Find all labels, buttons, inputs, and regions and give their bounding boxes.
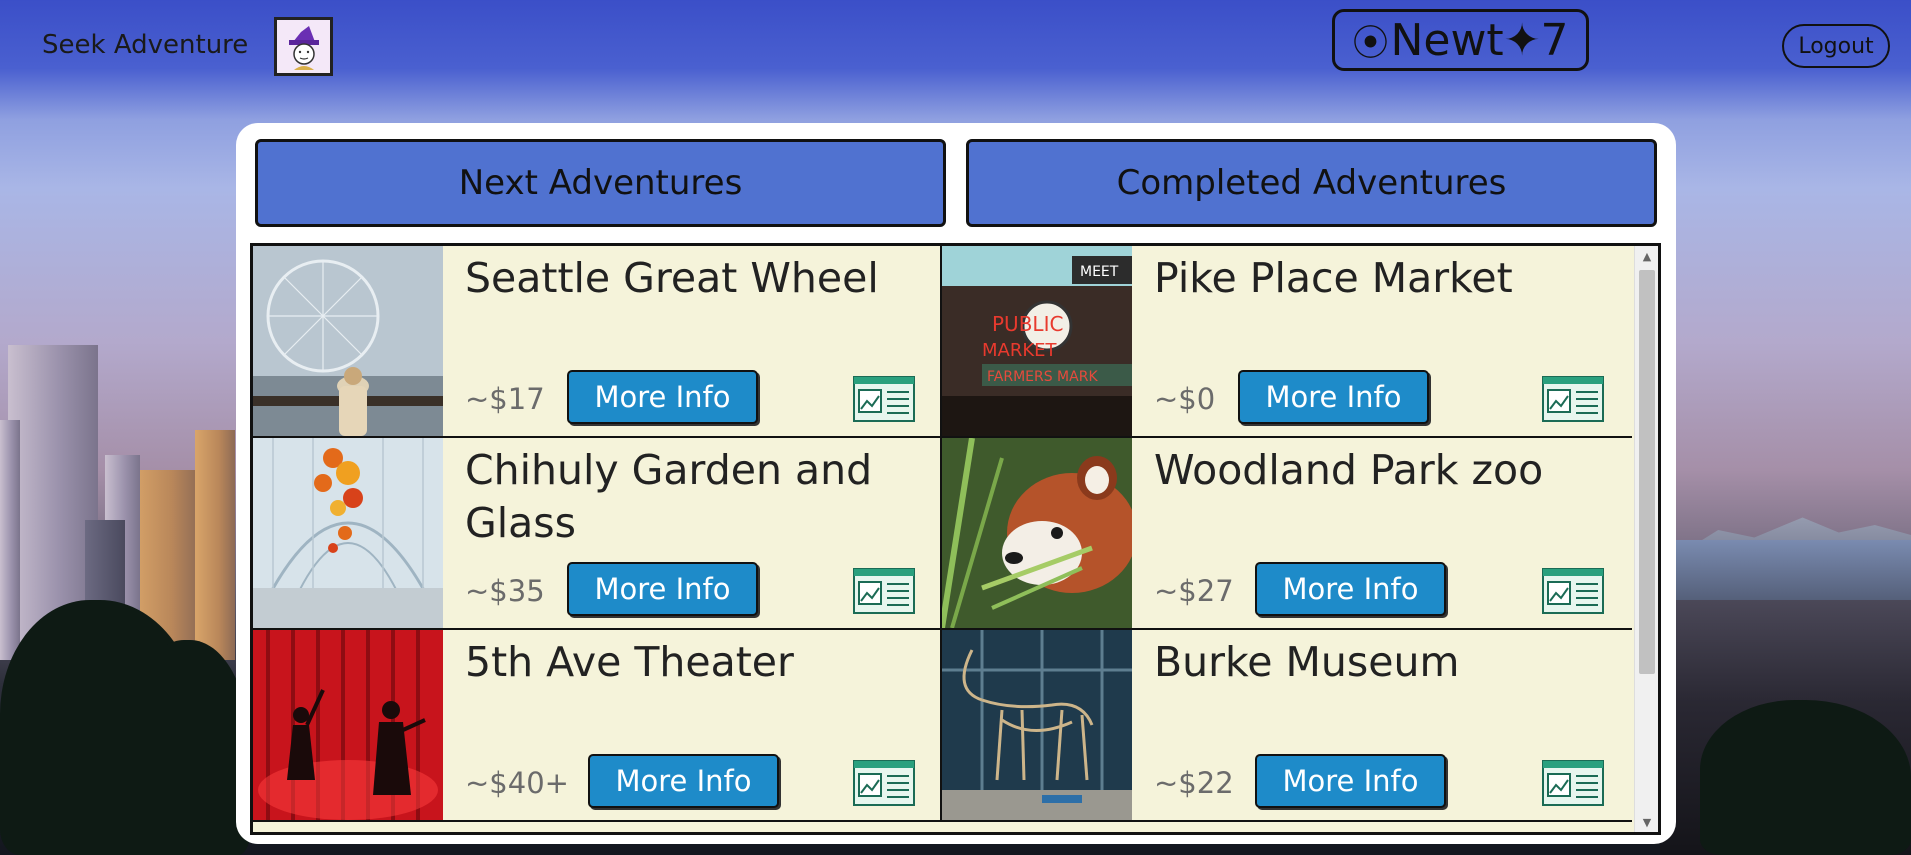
adventure-card: Seattle Great Wheel ~$17 More Info [253,246,942,438]
burke-museum-image [942,630,1132,820]
tree [0,600,200,855]
scroll-up-arrow-icon[interactable]: ▲ [1635,246,1658,266]
scrollbar-thumb[interactable] [1639,270,1655,674]
more-info-button[interactable]: More Info [1255,562,1446,616]
more-info-button[interactable]: More Info [1238,370,1429,424]
mountain [1670,517,1911,560]
adventure-price: ~$17 [465,382,545,416]
list-scrollbar[interactable]: ▲ ▼ [1634,246,1658,832]
building [105,455,140,655]
news-article-icon[interactable] [853,760,915,806]
news-article-icon[interactable] [1542,760,1604,806]
adventure-card: Chihuly Garden and Glass ~$35 More Info [253,438,942,630]
adventure-title: Burke Museum [1154,638,1460,686]
more-info-button[interactable]: More Info [567,562,758,616]
adventure-price: ~$40+ [465,766,569,800]
svg-text:PUBLIC: PUBLIC [992,312,1063,336]
red-panda-image [942,438,1132,628]
adventure-price: ~$22 [1154,766,1234,800]
great-wheel-image [253,246,443,436]
news-article-icon[interactable] [853,376,915,422]
adventure-grid: Seattle Great Wheel ~$17 More Info MEET … [253,246,1638,822]
adventure-price: ~$27 [1154,574,1234,608]
adventure-card: Burke Museum ~$22 More Info [942,630,1632,822]
building [0,420,20,660]
more-info-button[interactable]: More Info [567,370,758,424]
target-icon: ⦿ [1352,23,1389,64]
adventure-list[interactable]: Seattle Great Wheel ~$17 More Info MEET … [250,243,1661,835]
adventures-panel: Next Adventures Completed Adventures Sea… [236,123,1676,844]
adventure-card: Woodland Park zoo ~$27 More Info [942,438,1632,630]
adventure-title: Pike Place Market [1154,254,1513,302]
adventure-title: Woodland Park zoo [1154,446,1544,494]
top-bar: Seek Adventure ⦿ Newt✦7 Logout [0,0,1911,90]
tree [130,640,250,855]
adventure-price: ~$0 [1154,382,1216,416]
adventure-price: ~$35 [465,574,545,608]
building [8,345,98,645]
chihuly-image [253,438,443,628]
building [195,430,235,660]
logo-text: Newt✦7 [1390,14,1569,66]
logout-button[interactable]: Logout [1782,24,1890,68]
avatar[interactable] [274,17,333,76]
svg-text:MEET: MEET [1080,264,1119,280]
svg-text:MARKET: MARKET [982,340,1058,361]
adventure-title: Seattle Great Wheel [465,254,879,302]
building [130,470,200,650]
news-article-icon[interactable] [853,568,915,614]
app-logo: ⦿ Newt✦7 [1332,9,1589,71]
city-lights [1660,600,1911,855]
more-info-button[interactable]: More Info [588,754,779,808]
adventure-card: 5th Ave Theater ~$40+ More Info [253,630,942,822]
tree [1700,700,1911,855]
water [1660,540,1911,600]
tab-next-adventures[interactable]: Next Adventures [255,139,946,227]
adventure-title: 5th Ave Theater [465,638,794,686]
adventure-title: Chihuly Garden and Glass [465,446,873,547]
svg-text:FARMERS MARK: FARMERS MARK [987,369,1098,385]
news-article-icon[interactable] [1542,568,1604,614]
pike-place-image: MEET PUBLIC MARKET FARMERS MARK [942,246,1132,436]
more-info-button[interactable]: More Info [1255,754,1446,808]
tab-completed-adventures[interactable]: Completed Adventures [966,139,1657,227]
news-article-icon[interactable] [1542,376,1604,422]
adventure-card: MEET PUBLIC MARKET FARMERS MARK Pike Pla… [942,246,1632,438]
theater-image [253,630,443,820]
brand-title: Seek Adventure [42,30,249,60]
wizard-avatar-icon [288,25,319,70]
building [85,520,125,670]
scroll-down-arrow-icon[interactable]: ▼ [1635,812,1658,832]
